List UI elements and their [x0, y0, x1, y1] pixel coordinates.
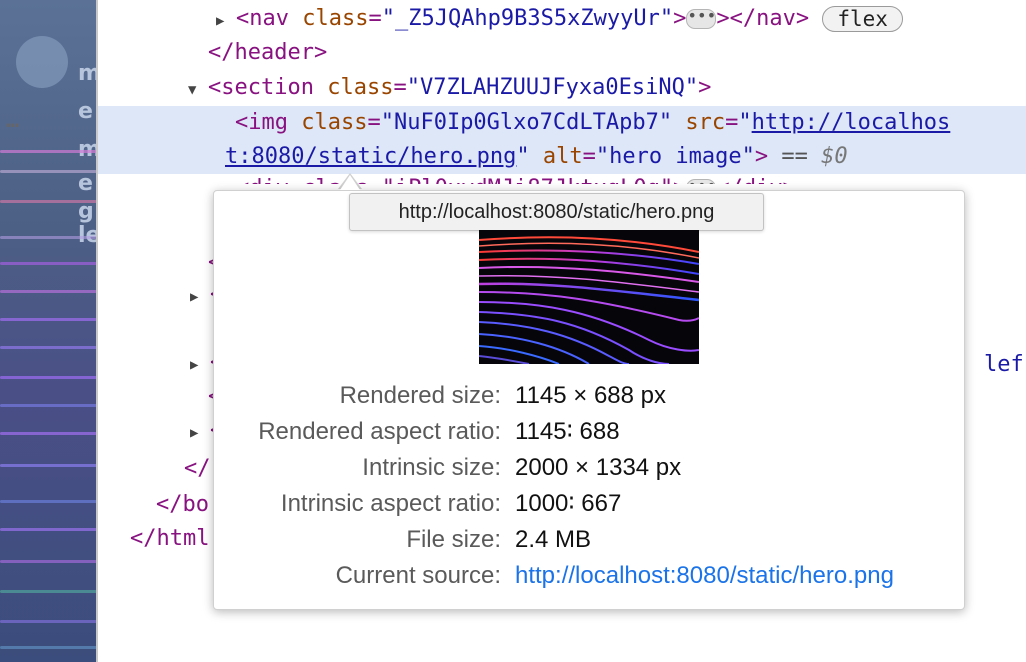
preview-avatar-circle	[16, 36, 68, 88]
preview-streak	[0, 560, 97, 563]
current-source-link[interactable]: http://localhost:8080/static/hero.png	[515, 558, 894, 594]
collapsed-ellipsis-icon[interactable]: •••	[686, 8, 717, 29]
attr-value: "V7ZLAHZUUJFyxa0EsiNQ"	[406, 75, 699, 100]
expand-triangle-icon[interactable]: ▶	[190, 348, 210, 382]
preview-streak	[0, 500, 97, 503]
tag-close: </bo	[156, 492, 209, 517]
attr-quote: "	[516, 144, 530, 169]
node-more-icon[interactable]: …	[6, 108, 19, 133]
tree-row-html-close[interactable]: </html	[130, 522, 209, 556]
tag-name: <section	[208, 75, 314, 100]
label-intrinsic-size: Intrinsic size:	[362, 454, 501, 481]
preview-streak	[0, 464, 97, 467]
tag-gt: >	[698, 75, 712, 100]
label-intrinsic-aspect-ratio: Intrinsic aspect ratio:	[280, 490, 501, 517]
tag-close: </html	[130, 526, 210, 551]
thumbnail-graphic	[479, 230, 699, 364]
image-thumbnail	[479, 230, 699, 364]
expand-triangle-icon[interactable]: ▶	[190, 280, 210, 314]
attr-name: class	[327, 75, 394, 100]
value-intrinsic-aspect-ratio: 1000∶ 667	[515, 490, 622, 517]
url-tooltip: http://localhost:8080/static/hero.png	[349, 193, 764, 231]
value-intrinsic-size: 2000 × 1334 px	[515, 454, 682, 481]
preview-streak	[0, 150, 97, 153]
tag-close: </	[184, 456, 211, 481]
attr-value: "_Z5JQAhp9B3S5xZwyyUr"	[381, 6, 674, 31]
preview-streak	[0, 290, 97, 293]
img-src-link[interactable]: t:8080/static/hero.png	[225, 144, 516, 169]
attr-name: class	[302, 6, 369, 31]
popup-caret-fill	[340, 175, 360, 190]
label-rendered-aspect-ratio: Rendered aspect ratio:	[258, 418, 501, 445]
truncated-text: lef	[984, 352, 1024, 377]
value-current-source[interactable]: http://localhost:8080/static/hero.png	[515, 558, 955, 594]
preview-streak	[0, 200, 97, 203]
preview-letter: m	[78, 61, 97, 86]
preview-letter: e	[78, 99, 93, 124]
tree-row-body-close[interactable]: </bo	[156, 488, 209, 522]
preview-streak	[0, 528, 97, 531]
attr-name: class	[301, 110, 368, 135]
attr-name: src	[685, 110, 726, 135]
attr-name: alt	[542, 144, 583, 169]
tag-gt: >	[754, 144, 769, 169]
page-preview-strip: m e m e g le	[0, 0, 97, 662]
preview-streak	[0, 236, 97, 239]
tree-row-header-close[interactable]: </header>	[208, 36, 327, 70]
preview-streak	[0, 432, 97, 435]
expand-triangle-icon[interactable]: ▶	[190, 416, 210, 450]
attr-value: "hero image"	[595, 144, 755, 169]
img-src-link[interactable]: http://localhos	[752, 110, 951, 135]
tree-row-img-cont[interactable]: t:8080/static/hero.png" alt="hero image"…	[225, 140, 848, 174]
label-file-size: File size:	[406, 526, 501, 553]
flex-badge[interactable]: flex	[822, 6, 903, 32]
label-current-source: Current source:	[335, 562, 501, 589]
equals-sign: ==	[781, 144, 808, 169]
tree-row-section[interactable]: ▼ <section class="V7ZLAHZUUJFyxa0EsiNQ">	[188, 71, 711, 105]
preview-streak	[0, 404, 97, 407]
console-ref: $0	[821, 144, 848, 169]
value-rendered-size: 1145 × 688 px	[515, 382, 667, 409]
preview-letter: g	[78, 199, 94, 224]
preview-streak	[0, 170, 97, 173]
preview-streak	[0, 262, 97, 265]
preview-letter: e	[78, 171, 93, 196]
preview-streak	[0, 590, 97, 593]
collapse-triangle-icon[interactable]: ▼	[188, 73, 208, 107]
tag-close: ></nav>	[716, 6, 810, 31]
value-file-size: 2.4 MB	[515, 526, 592, 553]
tree-row-nav[interactable]: ▶ <nav class="_Z5JQAhp9B3S5xZwyyUr">•••><…	[216, 2, 903, 36]
preview-streak	[0, 318, 97, 321]
value-rendered-aspect-ratio: 1145∶ 688	[515, 418, 620, 445]
attr-value: "NuF0Ip0Glxo7CdLTApb7"	[380, 110, 673, 135]
label-rendered-size: Rendered size:	[339, 382, 501, 409]
preview-streak	[0, 620, 97, 623]
expand-triangle-icon[interactable]: ▶	[216, 4, 236, 38]
attr-quote: "	[738, 110, 752, 135]
preview-streak	[0, 646, 97, 649]
tree-row-img[interactable]: <img class="NuF0Ip0Glxo7CdLTApb7" src="h…	[235, 106, 950, 140]
tag-close: </header>	[208, 40, 328, 65]
preview-streak	[0, 376, 97, 379]
tree-row-close[interactable]: </	[184, 452, 211, 486]
tag-name: <nav	[236, 6, 289, 31]
tag-name: <img	[235, 110, 288, 135]
preview-streak	[0, 346, 97, 349]
